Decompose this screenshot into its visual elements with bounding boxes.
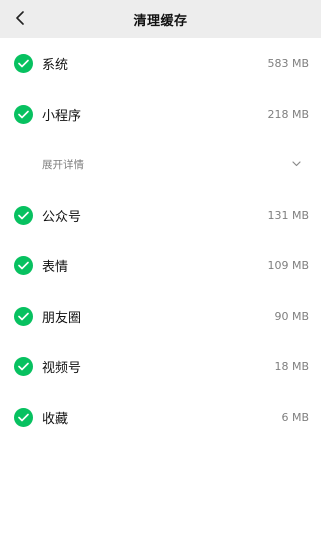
list-item-channels[interactable]: 视频号 18 MB [0,341,321,391]
page-title: 清理缓存 [133,13,188,29]
item-size: 6 MB [281,410,309,424]
check-circle-icon[interactable] [14,306,33,326]
list-item-stickers[interactable]: 表情 109 MB [0,240,321,290]
expand-details-label: 展开详情 [42,158,84,171]
list-item-mini-programs[interactable]: 小程序 218 MB [0,89,321,139]
check-circle-icon[interactable] [14,104,33,124]
back-button[interactable] [10,7,32,29]
list-item-favorites[interactable]: 收藏 6 MB [0,392,321,442]
item-size: 90 MB [274,309,309,323]
list-item-system[interactable]: 系统 583 MB [0,38,321,88]
clear-cache-page: 清理缓存 系统 583 MB 小程序 218 MB 展开详情 公众号 131 M… [0,0,321,544]
item-label: 表情 [42,259,69,275]
item-label: 视频号 [42,360,82,376]
item-size: 18 MB [274,359,309,373]
navigation-bar: 清理缓存 [0,0,321,38]
check-circle-icon[interactable] [14,205,33,225]
item-label: 系统 [42,57,69,73]
chevron-left-icon [16,11,24,25]
item-size: 109 MB [267,258,309,272]
item-label: 朋友圈 [42,310,82,326]
list-item-official-accounts[interactable]: 公众号 131 MB [0,190,321,240]
item-label: 收藏 [42,411,69,427]
check-circle-icon[interactable] [14,407,33,427]
check-circle-icon[interactable] [14,255,33,275]
expand-details-row[interactable]: 展开详情 [0,139,321,189]
item-label: 公众号 [42,209,82,225]
item-size: 131 MB [267,208,309,222]
check-circle-icon[interactable] [14,356,33,376]
list-item-moments[interactable]: 朋友圈 90 MB [0,291,321,341]
check-circle-icon[interactable] [14,53,33,73]
item-size: 218 MB [267,107,309,121]
item-label: 小程序 [42,108,82,124]
item-size: 583 MB [267,56,309,70]
chevron-down-icon [291,159,301,169]
